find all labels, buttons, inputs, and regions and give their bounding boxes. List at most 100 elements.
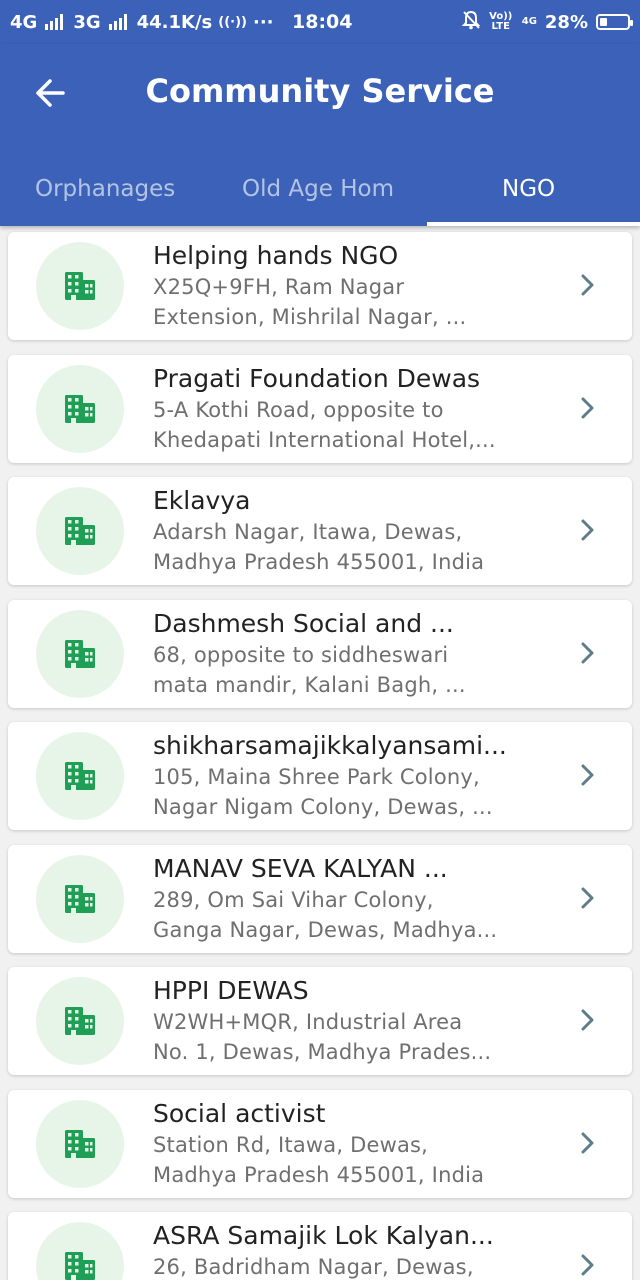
list-item-text: shikharsamajikkalyansami... 105, Maina S… (153, 730, 543, 822)
building-icon (65, 394, 95, 423)
avatar (36, 1099, 124, 1188)
organization-name: Social activist (153, 1098, 326, 1128)
chevron-right-icon (578, 515, 598, 545)
organization-address: X25Q+9FH, Ram Nagar Extension, Mishrilal… (153, 272, 543, 332)
network-label-4g: 4G (10, 11, 38, 33)
tab-label: Orphanages (35, 176, 176, 202)
list-item-text: Pragati Foundation Dewas 5-A Kothi Road,… (153, 363, 543, 455)
avatar (36, 977, 124, 1065)
chevron-right-icon (578, 393, 598, 423)
avatar (36, 609, 124, 698)
chevron-right-icon (578, 1128, 598, 1158)
avatar (36, 487, 124, 575)
avatar (36, 854, 124, 943)
list-item[interactable]: HPPI DEWAS W2WH+MQR, Industrial Area No.… (8, 967, 632, 1075)
app-bar: Community Service Orphanages Old Age Hom… (0, 44, 640, 226)
chevron-right-icon (578, 270, 598, 300)
notifications-off-icon (461, 10, 481, 35)
chevron-right-icon (578, 760, 598, 790)
building-icon (65, 517, 95, 545)
address-line-1: Adarsh Nagar, Itawa, Dewas, (153, 520, 463, 544)
list-item-text: Eklavya Adarsh Nagar, Itawa, Dewas, Madh… (153, 485, 543, 577)
organization-address: Adarsh Nagar, Itawa, Dewas, Madhya Prade… (153, 517, 543, 577)
hotspot-icon: ((·)) (218, 14, 247, 30)
battery-percent: 28% (544, 11, 588, 33)
organization-name: ASRA Samajik Lok Kalyan... (153, 1221, 494, 1250)
list-item-text: HPPI DEWAS W2WH+MQR, Industrial Area No.… (153, 975, 543, 1067)
tab-ngo[interactable]: NGO (502, 152, 582, 226)
address-line-1: 289, Om Sai Vihar Colony, (153, 887, 434, 912)
organization-name: shikharsamajikkalyansami... (153, 731, 507, 760)
tab-label: Old Age Hom (242, 176, 394, 202)
building-icon (65, 884, 95, 913)
avatar (36, 242, 124, 330)
network-type-4g: 4G (521, 16, 537, 27)
list-item-text: ASRA Samajik Lok Kalyan... 26, Badridham… (153, 1220, 543, 1280)
list-item[interactable]: MANAV SEVA KALYAN ... 289, Om Sai Vihar … (8, 844, 632, 953)
status-bar: 4G 3G 44.1K/s ((·)) ··· 18:04 Vo)) LTE 4… (0, 0, 640, 44)
address-line-1: Station Rd, Itawa, Dewas, (153, 1132, 429, 1157)
organization-address: 5-A Kothi Road, opposite to Khedapati In… (153, 395, 543, 455)
address-line-1: W2WH+MQR, Industrial Area (153, 1010, 463, 1034)
list-item[interactable]: Helping hands NGO X25Q+9FH, Ram Nagar Ex… (8, 232, 632, 340)
signal-strength-icon (108, 14, 127, 30)
chevron-right-icon (578, 1005, 598, 1035)
battery-icon (596, 14, 633, 30)
list-item[interactable]: ASRA Samajik Lok Kalyan... 26, Badridham… (8, 1212, 632, 1280)
address-line-2: Extension, Mishrilal Nagar, ... (153, 305, 467, 329)
address-line-2: Madhya Pradesh 455001, India (153, 550, 485, 574)
list-item[interactable]: Eklavya Adarsh Nagar, Itawa, Dewas, Madh… (8, 477, 632, 585)
more-notifications-icon: ··· (253, 11, 274, 33)
address-line-2: No. 1, Dewas, Madhya Prades... (153, 1040, 492, 1064)
tab-bar: Orphanages Old Age Hom NGO (0, 152, 640, 226)
volte-indicator: Vo)) LTE (489, 11, 513, 32)
organization-address: W2WH+MQR, Industrial Area No. 1, Dewas, … (153, 1007, 543, 1067)
organization-address: 68, opposite to siddheswari mata mandir,… (153, 640, 543, 700)
organization-address: 105, Maina Shree Park Colony, Nagar Niga… (153, 762, 543, 822)
organization-name: HPPI DEWAS (153, 976, 309, 1005)
building-icon (65, 272, 95, 300)
address-line-1: 68, opposite to siddheswari (153, 642, 449, 667)
clock: 18:04 (292, 11, 353, 33)
address-line-1: X25Q+9FH, Ram Nagar (153, 275, 405, 299)
address-line-2: Nagar Nigam Colony, Dewas, ... (153, 795, 493, 819)
organization-name: Eklavya (153, 486, 251, 515)
list-item[interactable]: Dashmesh Social and ... 68, opposite to … (8, 599, 632, 708)
network-label-3g: 3G (73, 11, 101, 33)
organization-name: Helping hands NGO (153, 241, 399, 270)
list-item-text: Dashmesh Social and ... 68, opposite to … (153, 608, 543, 700)
network-speed: 44.1K/s (136, 11, 213, 33)
list-item[interactable]: Pragati Foundation Dewas 5-A Kothi Road,… (8, 354, 632, 463)
tab-orphanages[interactable]: Orphanages (35, 152, 205, 226)
list-item[interactable]: shikharsamajikkalyansami... 105, Maina S… (8, 722, 632, 830)
status-bar-left: 4G 3G 44.1K/s ((·)) ··· (10, 12, 274, 33)
page-title: Community Service (145, 72, 495, 110)
building-icon (65, 1252, 95, 1280)
organization-address: 26, Badridham Nagar, Dewas, (153, 1252, 543, 1280)
ngo-list[interactable]: Helping hands NGO X25Q+9FH, Ram Nagar Ex… (0, 226, 640, 1280)
building-icon (65, 639, 95, 668)
chevron-right-icon (578, 638, 598, 668)
list-item[interactable]: Social activist Station Rd, Itawa, Dewas… (8, 1089, 632, 1198)
avatar (36, 1222, 124, 1280)
list-item-text: Helping hands NGO X25Q+9FH, Ram Nagar Ex… (153, 240, 543, 332)
building-icon (65, 762, 95, 790)
address-line-1: 105, Maina Shree Park Colony, (153, 765, 480, 789)
organization-address: Station Rd, Itawa, Dewas, Madhya Pradesh… (153, 1130, 543, 1190)
tab-old-age-homes[interactable]: Old Age Hom (242, 152, 396, 226)
address-line-2: Ganga Nagar, Dewas, Madhya... (153, 917, 498, 942)
tab-label: NGO (502, 176, 556, 202)
building-icon (65, 1007, 95, 1035)
organization-name: Dashmesh Social and ... (153, 608, 454, 638)
chevron-right-icon (578, 1250, 598, 1280)
organization-name: MANAV SEVA KALYAN ... (153, 853, 448, 883)
signal-strength-icon (45, 14, 64, 30)
building-icon (65, 1129, 95, 1158)
organization-address: 289, Om Sai Vihar Colony, Ganga Nagar, D… (153, 885, 543, 945)
avatar (36, 732, 124, 820)
list-item-text: Social activist Station Rd, Itawa, Dewas… (153, 1098, 543, 1190)
avatar (36, 364, 124, 453)
address-line-1: 26, Badridham Nagar, Dewas, (153, 1255, 474, 1279)
chevron-right-icon (578, 883, 598, 913)
address-line-2: mata mandir, Kalani Bagh, ... (153, 672, 466, 697)
